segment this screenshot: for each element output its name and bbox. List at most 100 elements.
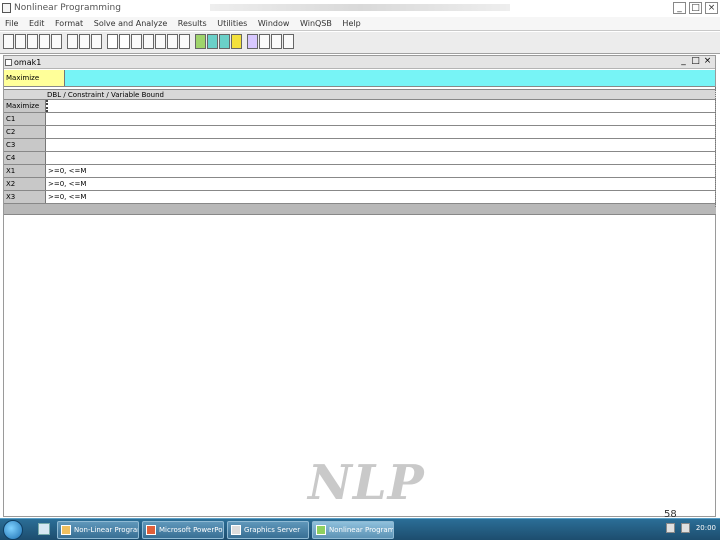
- print-icon[interactable]: [39, 34, 50, 49]
- table-row[interactable]: Maximize: [4, 100, 716, 113]
- row-header: C3: [4, 139, 46, 151]
- taskbar-item[interactable]: Graphics Server: [227, 521, 309, 539]
- minimize-icon[interactable]: _: [678, 57, 689, 67]
- grid-icon[interactable]: [259, 34, 270, 49]
- help-icon[interactable]: [283, 34, 294, 49]
- chart-icon[interactable]: [247, 34, 258, 49]
- volume-icon[interactable]: [680, 523, 690, 533]
- taskbar-item[interactable]: Nonlinear Program...: [312, 521, 394, 539]
- table-row[interactable]: X1 >=0, <=M: [4, 165, 716, 178]
- grid-cell[interactable]: [46, 126, 716, 138]
- solve-icon[interactable]: [195, 34, 206, 49]
- menu-winqsb[interactable]: WinQSB: [295, 17, 335, 28]
- grid-header: DBL / Constraint / Variable Bound: [4, 89, 716, 100]
- taskbar-item-label: Graphics Server: [244, 526, 301, 534]
- minimize-icon[interactable]: _: [673, 2, 686, 14]
- clock[interactable]: 20:00: [696, 524, 716, 532]
- row-header: C1: [4, 113, 46, 125]
- objective-cell[interactable]: Maximize: [4, 70, 65, 86]
- results-icon[interactable]: [219, 34, 230, 49]
- grid-cell[interactable]: >=0, <=M: [46, 165, 716, 177]
- grid-cell[interactable]: [46, 139, 716, 151]
- number-format-icon[interactable]: [107, 34, 118, 49]
- powerpoint-icon: [146, 525, 156, 535]
- row-header: X1: [4, 165, 46, 177]
- menu-window[interactable]: Window: [253, 17, 293, 28]
- menu-file[interactable]: File: [0, 17, 21, 28]
- window-controls: _ □ ×: [673, 2, 718, 14]
- model-window-controls: _ □ ×: [678, 57, 713, 67]
- row-height-icon[interactable]: [167, 34, 178, 49]
- cut-icon[interactable]: [67, 34, 78, 49]
- clock-icon[interactable]: [271, 34, 282, 49]
- objective-row[interactable]: Maximize: [4, 70, 715, 87]
- menu-utilities[interactable]: Utilities: [212, 17, 250, 28]
- menu-format[interactable]: Format: [50, 17, 86, 28]
- print-setup-icon[interactable]: [51, 34, 62, 49]
- grid-cell[interactable]: >=0, <=M: [46, 178, 716, 190]
- menu-edit[interactable]: Edit: [24, 17, 48, 28]
- grid-cell[interactable]: [46, 113, 716, 125]
- grid-cell[interactable]: [46, 152, 716, 164]
- copy-icon[interactable]: [79, 34, 90, 49]
- taskbar-item-label: Microsoft PowerPoin...: [159, 526, 223, 534]
- model-window: omak1 _ □ × Maximize DBL / Constraint / …: [3, 55, 716, 517]
- row-header: C4: [4, 152, 46, 164]
- table-row[interactable]: C1: [4, 113, 716, 126]
- taskbar-item-label: Nonlinear Program...: [329, 526, 394, 534]
- graphics-server-icon: [231, 525, 241, 535]
- table-row[interactable]: C3: [4, 139, 716, 152]
- taskbar-item[interactable]: Microsoft PowerPoin...: [142, 521, 224, 539]
- analysis-icon[interactable]: [231, 34, 242, 49]
- row-header: X2: [4, 178, 46, 190]
- toolbar: [0, 32, 720, 54]
- taskbar: Non-Linear Program... Microsoft PowerPoi…: [0, 518, 720, 540]
- close-icon[interactable]: ×: [705, 2, 718, 14]
- taskbar-item-label: Non-Linear Program...: [74, 526, 138, 534]
- close-icon[interactable]: ×: [702, 57, 713, 67]
- app-icon: [2, 3, 11, 13]
- model-window-title-bar: omak1 _ □ ×: [4, 56, 715, 69]
- open-file-icon[interactable]: [15, 34, 26, 49]
- table-row[interactable]: C4: [4, 152, 716, 165]
- grid-cell[interactable]: [46, 100, 716, 112]
- menu-help[interactable]: Help: [337, 17, 363, 28]
- paste-icon[interactable]: [91, 34, 102, 49]
- table-row[interactable]: C2: [4, 126, 716, 139]
- model-grid: DBL / Constraint / Variable Bound Maximi…: [4, 87, 716, 215]
- maximize-icon[interactable]: □: [689, 2, 702, 14]
- align-center-icon[interactable]: [143, 34, 154, 49]
- app-title-bar: Nonlinear Programming _ □ ×: [0, 0, 720, 17]
- table-row[interactable]: X2 >=0, <=M: [4, 178, 716, 191]
- new-file-icon[interactable]: [3, 34, 14, 49]
- explorer-icon[interactable]: [38, 523, 50, 535]
- row-header: X3: [4, 191, 46, 203]
- font-icon[interactable]: [119, 34, 130, 49]
- align-left-icon[interactable]: [131, 34, 142, 49]
- model-window-title: omak1: [14, 58, 42, 67]
- maximize-icon[interactable]: □: [690, 57, 701, 67]
- nlp-watermark: NLP: [308, 455, 425, 511]
- menu-bar: File Edit Format Solve and Analyze Resul…: [0, 17, 720, 31]
- save-icon[interactable]: [27, 34, 38, 49]
- app-icon: [61, 525, 71, 535]
- column-width-icon[interactable]: [179, 34, 190, 49]
- start-button[interactable]: [3, 520, 23, 540]
- app-icon: [316, 525, 326, 535]
- row-header: Maximize: [4, 100, 46, 112]
- app-title: Nonlinear Programming: [14, 3, 121, 13]
- row-header: C2: [4, 126, 46, 138]
- document-icon: [5, 59, 12, 66]
- graphic-method-icon[interactable]: [207, 34, 218, 49]
- system-tray: 20:00: [665, 523, 716, 533]
- menu-results[interactable]: Results: [173, 17, 210, 28]
- title-bar-blur: [210, 4, 510, 11]
- table-row[interactable]: X3 >=0, <=M: [4, 191, 716, 204]
- taskbar-item[interactable]: Non-Linear Program...: [57, 521, 139, 539]
- grid-header-label: DBL / Constraint / Variable Bound: [47, 91, 164, 99]
- align-right-icon[interactable]: [155, 34, 166, 49]
- grid-footer: [4, 204, 716, 215]
- network-icon[interactable]: [665, 523, 675, 533]
- grid-cell[interactable]: >=0, <=M: [46, 191, 716, 203]
- menu-solve-and-analyze[interactable]: Solve and Analyze: [89, 17, 171, 28]
